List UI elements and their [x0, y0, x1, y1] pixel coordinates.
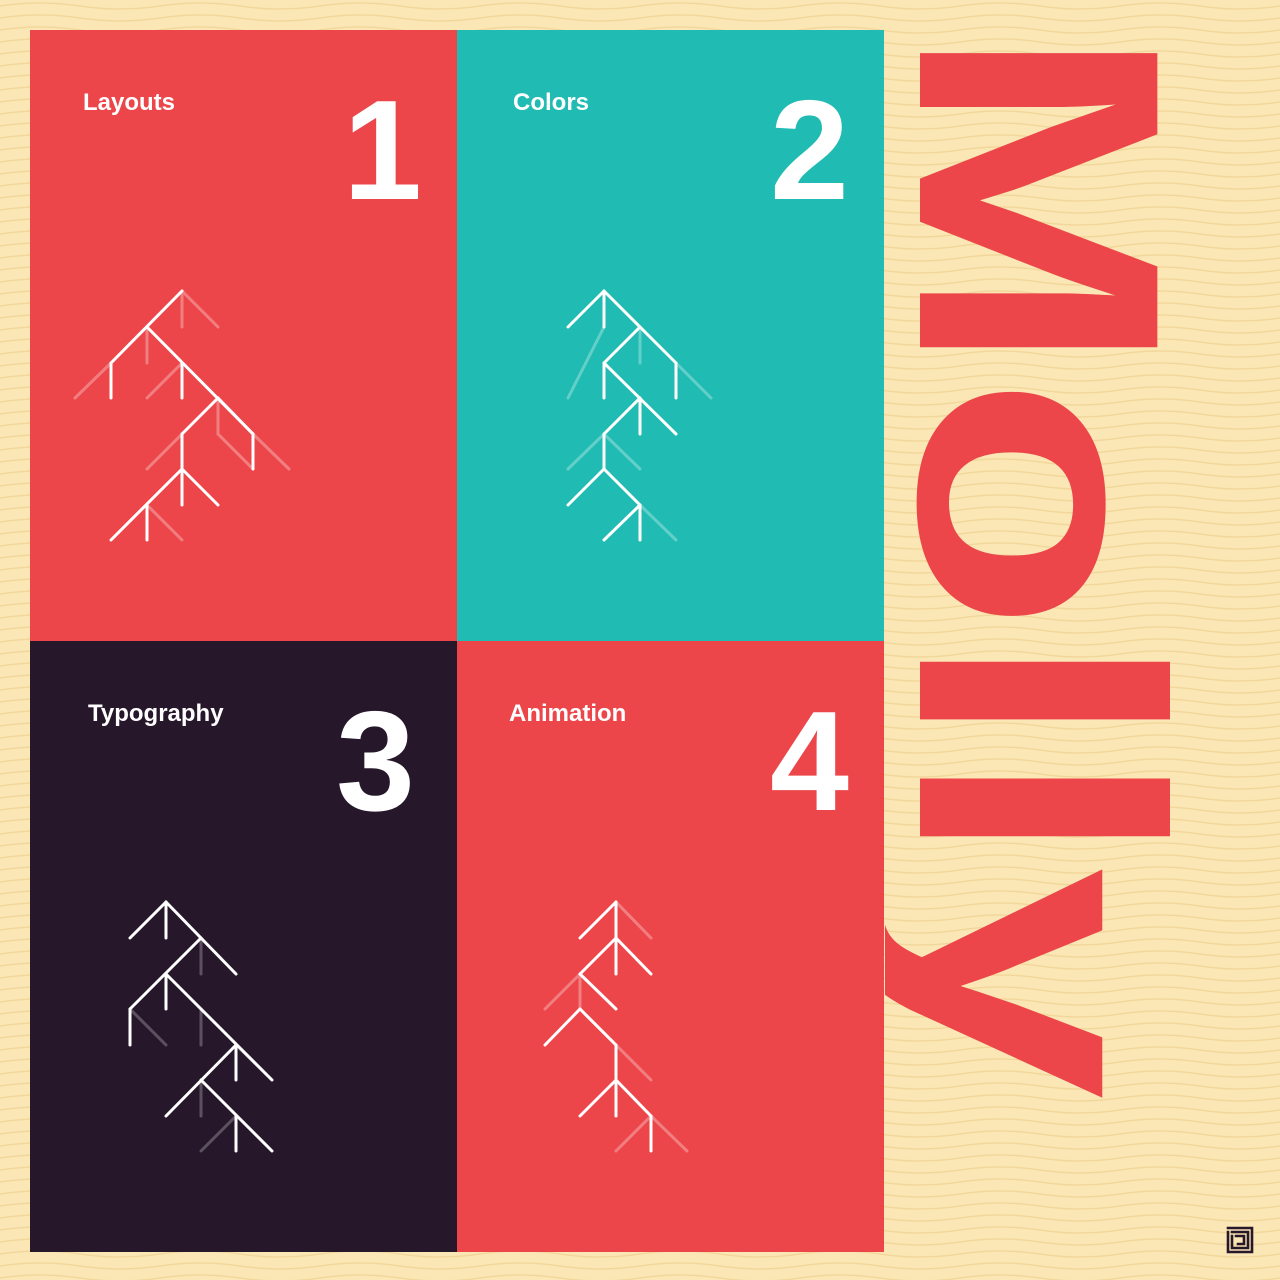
panel-typography[interactable]: Typography 3: [30, 641, 457, 1252]
maze-logo-icon: [1226, 1226, 1254, 1254]
tree-icon: [543, 900, 689, 1153]
svg-text:Molly: Molly: [885, 25, 1231, 1103]
panel-animation[interactable]: Animation 4: [457, 641, 884, 1252]
panel-layouts[interactable]: Layouts 1: [30, 30, 457, 641]
brand-wordmark: Molly: [885, 25, 1231, 1103]
tree-icon: [566, 289, 713, 542]
tree-icon: [128, 900, 274, 1153]
tree-icon: [73, 289, 291, 542]
panel-colors[interactable]: Colors 2: [457, 30, 884, 641]
topic-grid: Layouts 1 Colors 2 Typography 3 Animatio…: [30, 30, 884, 1252]
